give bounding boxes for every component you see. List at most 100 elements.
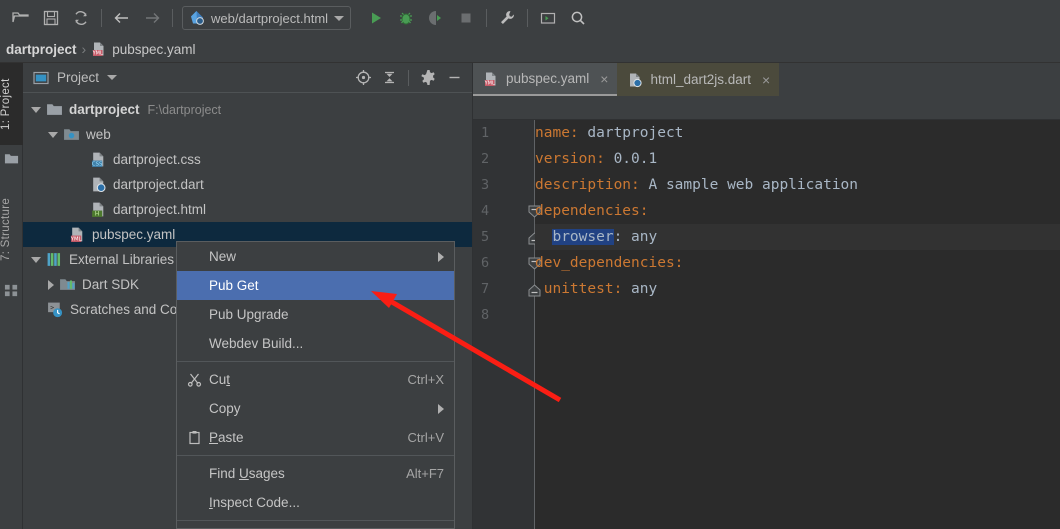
tree-row-dartproject-css[interactable]: CSS dartproject.css [23, 147, 472, 172]
menu-item-webdev-build[interactable]: Webdev Build... [177, 329, 454, 358]
idea-window: web/dartproject.html dartproject › YML p… [0, 0, 1060, 529]
svg-text:YML: YML [484, 80, 495, 86]
menu-separator [177, 361, 454, 362]
menu-item-label: Paste [209, 430, 244, 445]
yaml-value: any [622, 281, 658, 297]
scissors-icon [185, 372, 203, 387]
yaml-file-icon: YML [70, 227, 83, 243]
editor-tab-strip-filler [779, 63, 1060, 96]
tree-label: dartproject.dart [113, 177, 204, 192]
menu-item-refactor[interactable]: Refactor [177, 524, 454, 528]
editor-tab-pubspec-yaml[interactable]: YML pubspec.yaml × [473, 63, 618, 96]
expand-toggle-down-icon[interactable] [31, 256, 41, 263]
menu-item-find-usages[interactable]: Find Usages Alt+F7 [177, 459, 454, 488]
debug-icon[interactable] [391, 5, 421, 31]
code-line-5: browser: any [535, 224, 1060, 250]
expand-toggle-down-icon[interactable] [48, 131, 58, 138]
save-icon[interactable] [36, 5, 66, 31]
breadcrumb-file[interactable]: pubspec.yaml [112, 42, 195, 57]
menu-item-pub-get[interactable]: Pub Get [177, 271, 454, 300]
yaml-file-icon: YML [92, 42, 104, 57]
tree-row-dartproject-html[interactable]: H dartproject.html [23, 197, 472, 222]
stop-icon[interactable] [451, 5, 481, 31]
code-line-6: dev_dependencies: [535, 250, 1060, 276]
menu-item-accelerator: Ctrl+X [407, 372, 444, 387]
project-folder-icon [4, 154, 19, 164]
project-view-chevron-down-icon[interactable] [107, 75, 118, 80]
menu-item-label: Inspect Code... [209, 495, 300, 510]
forward-arrow-icon[interactable] [137, 5, 167, 31]
sdk-icon [60, 279, 75, 290]
svg-text:H: H [95, 212, 99, 218]
tree-label: dartproject [69, 102, 140, 117]
menu-item-label: Cut [209, 372, 231, 387]
yaml-key: dependencies: [535, 203, 649, 219]
submenu-arrow-icon [438, 403, 444, 414]
toolbar-separator-4 [527, 9, 529, 27]
run-configuration-selector[interactable]: web/dartproject.html [182, 6, 352, 30]
breadcrumb-project[interactable]: dartproject [6, 42, 77, 57]
toolbar-separator-1 [101, 9, 102, 27]
editor-tab-strip: YML pubspec.yaml × html_dart2js.dart × [473, 63, 1060, 96]
yaml-key: version: [535, 151, 605, 167]
gear-icon[interactable] [416, 67, 440, 89]
editor-tab-label: pubspec.yaml [506, 71, 590, 86]
menu-item-new[interactable]: New [177, 242, 454, 271]
tree-label: pubspec.yaml [92, 227, 176, 242]
dart-file-icon [93, 177, 106, 193]
expand-toggle-down-icon[interactable] [31, 106, 41, 113]
tree-row-dartproject-dart[interactable]: dartproject.dart [23, 172, 472, 197]
code-lines: name: dartproject version: 0.0.1 descrip… [535, 120, 1060, 328]
close-icon[interactable]: × [600, 71, 608, 87]
open-folder-icon[interactable] [6, 5, 36, 31]
minimize-icon[interactable] [442, 67, 466, 89]
run-icon[interactable] [361, 5, 391, 31]
left-tool-window-bar: 1: Project 7: Structure [0, 63, 23, 529]
editor-breadcrumb-bar [473, 96, 1060, 120]
collapse-all-icon[interactable] [377, 67, 401, 89]
project-panel-header: Project [23, 63, 472, 93]
clipboard-icon [185, 430, 203, 445]
back-arrow-icon[interactable] [107, 5, 137, 31]
code-line-3: description: A sample web application [535, 172, 1060, 198]
terminal-icon[interactable] [533, 5, 563, 31]
menu-item-label: Copy [209, 401, 241, 416]
css-file-icon: CSS [92, 152, 104, 168]
tree-row-web[interactable]: web [23, 122, 472, 147]
html-file-icon: H [92, 202, 104, 218]
menu-item-inspect-code[interactable]: Inspect Code... [177, 488, 454, 517]
settings-wrench-icon[interactable] [492, 5, 522, 31]
dart-file-icon [630, 73, 643, 87]
chevron-down-icon[interactable] [334, 15, 345, 21]
editor-tab-html-dart2js-dart[interactable]: html_dart2js.dart × [617, 63, 780, 96]
yaml-key: unittest: [543, 281, 623, 297]
close-icon[interactable]: × [762, 72, 770, 88]
menu-item-label: Pub Upgrade [209, 307, 289, 322]
context-menu: New Pub Get Pub Upgrade Webdev Build... … [176, 241, 455, 529]
sidebar-item-project[interactable]: 1: Project [0, 63, 23, 145]
code-editor[interactable]: 1 2 3 4 5 6 7 8 name: dartproject versio… [473, 120, 1060, 529]
menu-item-cut[interactable]: Cut Ctrl+X [177, 365, 454, 394]
structure-icon [4, 284, 18, 297]
locate-icon[interactable] [351, 67, 375, 89]
selected-token: browser [552, 229, 614, 245]
expand-toggle-right-icon[interactable] [48, 279, 54, 290]
scratches-icon: >_ [48, 302, 63, 318]
sidebar-item-structure[interactable]: 7: Structure [0, 181, 23, 277]
search-everywhere-icon[interactable] [563, 5, 593, 31]
sync-icon[interactable] [66, 5, 96, 31]
yaml-key: name: [535, 125, 579, 141]
menu-item-pub-upgrade[interactable]: Pub Upgrade [177, 300, 454, 329]
breadcrumb: dartproject › YML pubspec.yaml [0, 36, 1060, 63]
svg-text:YML: YML [70, 237, 82, 243]
code-line-1: name: dartproject [535, 120, 1060, 146]
menu-item-paste[interactable]: Paste Ctrl+V [177, 423, 454, 452]
submenu-arrow-icon [438, 251, 444, 262]
libraries-icon [47, 253, 61, 266]
yaml-key: description: [535, 177, 640, 193]
menu-item-copy[interactable]: Copy [177, 394, 454, 423]
coverage-icon[interactable] [421, 5, 451, 31]
code-line-4: dependencies: [535, 198, 1060, 224]
editor-tab-label: html_dart2js.dart [650, 72, 752, 87]
tree-row-dartproject[interactable]: dartproject F:\dartproject [23, 97, 472, 122]
